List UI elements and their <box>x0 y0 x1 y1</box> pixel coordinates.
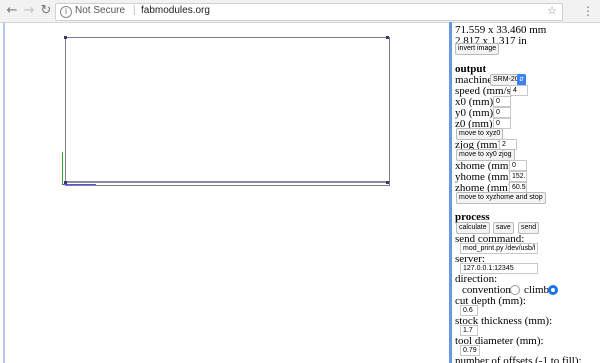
bookmark-star-icon[interactable]: ☆ <box>547 4 557 17</box>
address-bar[interactable]: i Not Secure | fabmodules.org ☆ <box>55 3 563 21</box>
forward-arrow-icon[interactable]: → <box>21 3 37 19</box>
invert-image-button[interactable]: invert image <box>455 43 500 55</box>
x0-input[interactable]: 0 <box>493 96 511 107</box>
panel-divider[interactable] <box>449 22 452 363</box>
conventional-radio[interactable] <box>510 285 520 295</box>
yhome-input[interactable]: 152. <box>509 171 527 182</box>
kebab-menu-icon[interactable]: ⋮ <box>581 3 595 19</box>
corner-marker <box>64 36 67 39</box>
y-axis-indicator <box>62 152 63 184</box>
climb-label: climb <box>524 284 550 296</box>
x-axis-indicator <box>62 184 96 185</box>
url-host: fabmodules.org <box>141 5 210 16</box>
url-separator: | <box>133 5 136 16</box>
security-label: Not Secure <box>75 5 126 16</box>
move-to-xyzhome-button[interactable]: move to xyzhome and stop <box>456 192 546 204</box>
corner-marker <box>386 181 389 184</box>
control-panel: 71.559 x 33.460 mm 2.817 x 1.317 in inve… <box>454 22 600 363</box>
back-arrow-icon[interactable]: ← <box>4 3 20 19</box>
offsets-label: number of offsets (-1 to fill): <box>455 355 582 363</box>
reload-icon[interactable]: ↻ <box>38 3 54 19</box>
xhome-input[interactable]: 0 <box>509 160 527 171</box>
corner-marker <box>386 36 389 39</box>
y0-input[interactable]: 0 <box>493 107 511 118</box>
climb-radio[interactable] <box>548 285 558 295</box>
image-toolpath-outline <box>66 38 387 183</box>
speed-input[interactable]: 4 <box>510 85 528 96</box>
browser-toolbar: ← → ↻ i Not Secure | fabmodules.org ☆ ⋮ <box>0 0 600 23</box>
info-icon[interactable]: i <box>60 6 72 18</box>
machine-select-value: SRM-20 <box>493 76 519 83</box>
